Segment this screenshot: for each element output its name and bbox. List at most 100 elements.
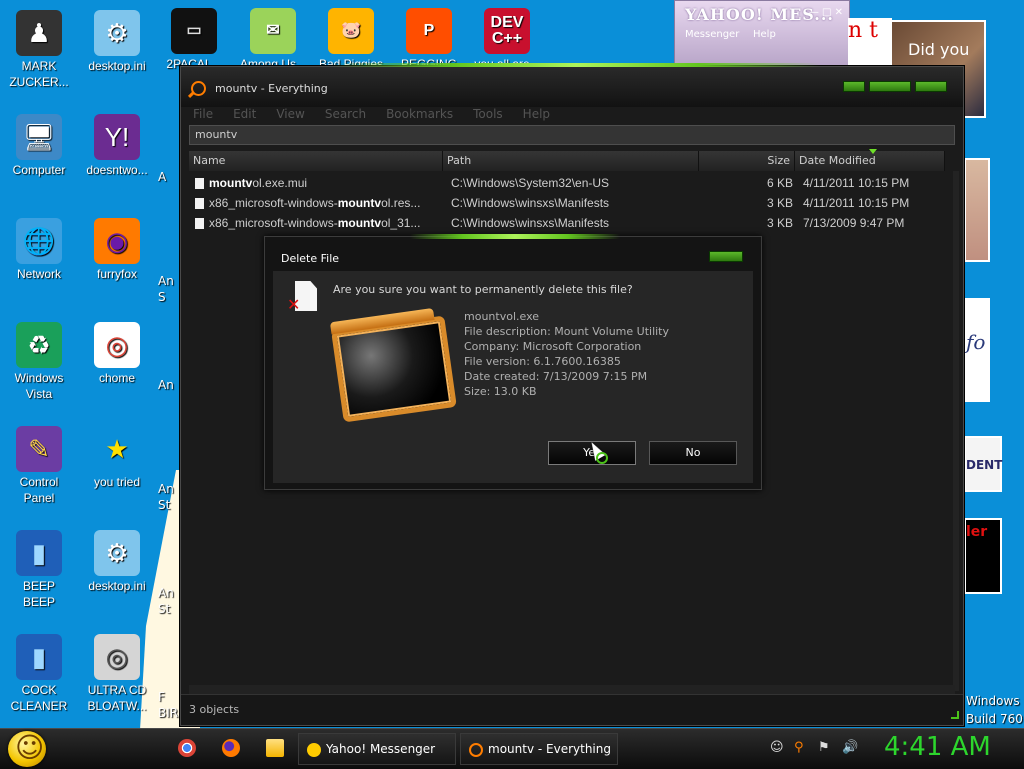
dialog-close-button[interactable]: [709, 251, 743, 262]
desktop-icon-label-partial: An: [158, 378, 174, 392]
vertical-scrollbar[interactable]: [953, 171, 959, 691]
yahoo-messenger-window[interactable]: YAHOO! MES... — □ ✕ Messenger Help: [674, 0, 850, 66]
search-icon: [191, 81, 206, 96]
taskbar-button-everything[interactable]: mountv - Everything: [460, 733, 618, 765]
ad-fragment-red: n t: [848, 18, 892, 68]
search-input[interactable]: mountv: [189, 125, 955, 145]
desktop-icon-image: ⚙: [94, 10, 140, 56]
menu-item[interactable]: View: [276, 107, 304, 121]
close-button[interactable]: [915, 81, 947, 92]
ad-fragment-dent: DENT: [964, 436, 1002, 492]
desktop-icon[interactable]: ♻ Windows Vista: [0, 322, 78, 402]
taskbar-button-yahoo[interactable]: Yahoo! Messenger: [298, 733, 456, 765]
desktop-icon[interactable]: ◎ chome: [78, 322, 156, 386]
dialog-question: Are you sure you want to permanently del…: [333, 283, 633, 296]
column-header-date-label: Date Modified: [799, 154, 876, 167]
column-header-path[interactable]: Path: [443, 151, 699, 171]
desktop-icon-image: ♻: [16, 322, 62, 368]
column-header-date[interactable]: Date Modified: [795, 149, 945, 171]
desktop-icon-image: P: [406, 8, 452, 54]
desktop-icon[interactable]: Y! doesntwo...: [78, 114, 156, 178]
maximize-button[interactable]: [869, 81, 911, 92]
desktop-icon[interactable]: ⚙ desktop.ini: [78, 10, 156, 74]
desktop-icon-label: chome: [98, 371, 136, 385]
desktop-icon[interactable]: ✎ Control Panel: [0, 426, 78, 506]
tray-volume-icon[interactable]: 🔊: [842, 740, 858, 755]
desktop-icon-image: ★: [105, 434, 129, 464]
busy-cursor-icon: [596, 452, 608, 464]
desktop-icon-label: Control Panel: [19, 475, 59, 505]
table-row[interactable]: x86_microsoft-windows-mountvol_31... C:\W…: [189, 214, 955, 234]
ad-text: Did you: [908, 40, 970, 59]
resize-grip-icon[interactable]: [951, 711, 959, 719]
cell-path: C:\Windows\winsxs\Manifests: [451, 196, 610, 210]
table-row[interactable]: mountvol.exe.mui C:\Windows\System32\en-U…: [189, 174, 955, 194]
yahoo-window-controls[interactable]: — □ ✕: [809, 7, 843, 18]
tray-search-icon[interactable]: ⚲: [794, 740, 804, 755]
desktop-icon[interactable]: ⚙ desktop.ini: [78, 530, 156, 594]
cell-name: x86_microsoft-windows-mountvol.res...: [209, 196, 421, 210]
window-titlebar[interactable]: mountv - Everything: [181, 67, 963, 107]
chrome-quicklaunch-icon[interactable]: [178, 739, 196, 757]
cell-date: 4/11/2011 10:15 PM: [803, 176, 910, 190]
taskbar-clock[interactable]: 4:41 AM: [884, 732, 991, 762]
column-header-name[interactable]: Name: [189, 151, 443, 171]
desktop-icon[interactable]: 🖥 Computer: [0, 114, 78, 178]
cell-date: 7/13/2009 9:47 PM: [803, 216, 905, 230]
desktop-icon-image: ✎: [16, 426, 62, 472]
desktop-icon[interactable]: ♟ MARK ZUCKER...: [0, 10, 78, 90]
table-row[interactable]: x86_microsoft-windows-mountvol.res... C:\…: [189, 194, 955, 214]
desktop-icon-image: ◎: [94, 322, 140, 368]
start-button[interactable]: [8, 731, 46, 767]
desktop-icon-label-partial: BIR: [158, 706, 179, 720]
results-list: mountvol.exe.mui C:\Windows\System32\en-U…: [189, 174, 955, 234]
desktop-icon-image: ◎: [94, 634, 140, 680]
ad-fragment-fo: fo: [964, 298, 990, 402]
desktop-icon[interactable]: ★ you tried: [78, 426, 156, 490]
cell-size: 3 KB: [766, 196, 793, 210]
sort-arrow-icon: [869, 149, 877, 154]
dialog-top-glow: [410, 234, 620, 239]
desktop-icon-image: 🖥: [16, 114, 62, 160]
cell-path: C:\Windows\System32\en-US: [451, 176, 610, 190]
desktop-icon-label: desktop.ini: [88, 579, 146, 593]
cell-date: 4/11/2011 10:15 PM: [803, 196, 910, 210]
desktop-icon-top[interactable]: ▭ 2PACAL...: [155, 8, 233, 72]
desktop-icon-label-partial: St: [158, 602, 171, 616]
tray-action-center-icon[interactable]: ⚑: [818, 740, 830, 755]
minimize-button[interactable]: [843, 81, 865, 92]
menu-item[interactable]: Tools: [473, 107, 503, 121]
delete-file-dialog[interactable]: Delete File ✕ Are you sure you want to p…: [264, 234, 762, 490]
delete-x-icon: ✕: [287, 295, 301, 314]
column-header-row: Name Path Size Date Modified: [189, 149, 955, 171]
desktop-icon[interactable]: ◎ ULTRA CD BLOATW...: [78, 634, 156, 714]
tray-messenger-icon[interactable]: ☺: [770, 740, 784, 755]
dialog-title: Delete File: [281, 252, 340, 265]
dialog-body: ✕ Are you sure you want to permanently d…: [273, 271, 753, 483]
explorer-quicklaunch-icon[interactable]: [266, 739, 284, 757]
yahoo-menu-help[interactable]: Help: [753, 29, 776, 40]
ad-fragment-ler: ler: [964, 518, 1002, 594]
no-button[interactable]: No: [649, 441, 737, 465]
firefox-quicklaunch-icon[interactable]: [222, 739, 240, 757]
menu-item[interactable]: Search: [325, 107, 366, 121]
desktop-icon[interactable]: 🌐 Network: [0, 218, 78, 282]
desktop-icon[interactable]: ◉ furryfox: [78, 218, 156, 282]
yahoo-menu-messenger[interactable]: Messenger: [685, 29, 739, 40]
menu-item[interactable]: Help: [523, 107, 550, 121]
desktop-icon[interactable]: ▮ COCK CLEANER: [0, 634, 78, 714]
column-header-size[interactable]: Size: [699, 151, 795, 171]
cell-path: C:\Windows\winsxs\Manifests: [451, 216, 610, 230]
watermark-line2: Build 7601: [966, 712, 1024, 726]
desktop-icon[interactable]: ▮ BEEP BEEP: [0, 530, 78, 610]
desktop-icon-label: desktop.ini: [88, 59, 146, 73]
desktop-icon-top[interactable]: ✉ Among Us...: [234, 8, 312, 72]
application-window-icon: [331, 315, 457, 423]
menu-item[interactable]: Edit: [233, 107, 256, 121]
desktop-icon-label: you tried: [93, 475, 141, 489]
cell-name: mountvol.exe.mui: [209, 176, 308, 190]
menu-item[interactable]: File: [193, 107, 213, 121]
desktop-icon-label: doesntwo...: [86, 163, 148, 177]
menu-item[interactable]: Bookmarks: [386, 107, 453, 121]
yahoo-smiley-icon: [307, 742, 321, 757]
